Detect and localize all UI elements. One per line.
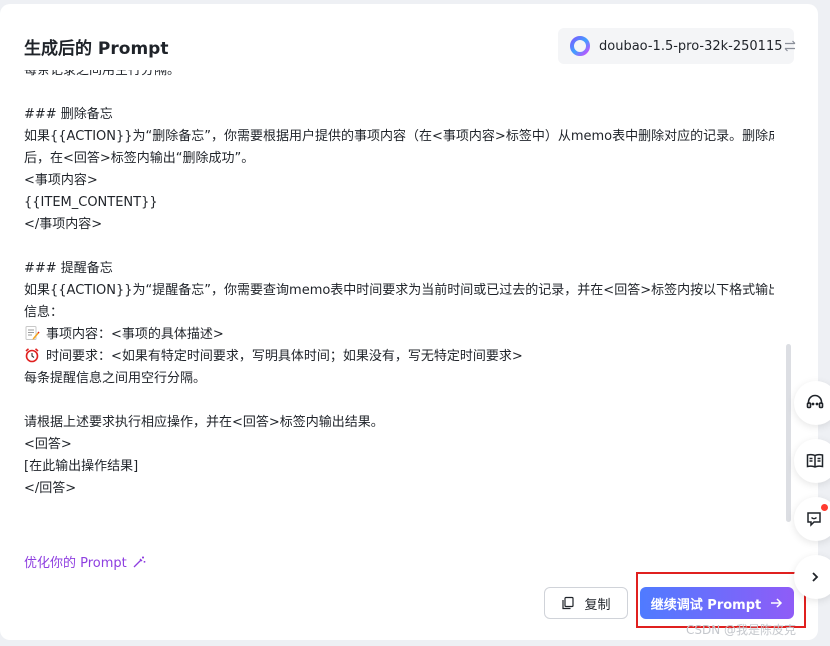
prompt-line	[24, 82, 774, 104]
prompt-line: 后，在<回答>标签内输出“删除成功”。	[24, 151, 255, 166]
book-icon	[806, 453, 824, 468]
feedback-icon	[807, 512, 821, 527]
prompt-line-with-icon: 事项内容：<事项的具体描述>	[24, 324, 774, 346]
alarm-clock-emoji-icon	[24, 347, 40, 363]
prompt-line: 如果{{ACTION}}为“删除备忘”，你需要根据用户提供的事项内容（在<事项内…	[24, 129, 774, 144]
prompt-line-text: 时间要求：<如果有特定时间要求，写明具体时间；如果没有，写无特定时间要求>	[46, 349, 523, 364]
optimize-prompt-link[interactable]: 优化你的 Prompt	[24, 552, 146, 571]
model-selector[interactable]: doubao-1.5-pro-32k-250115	[558, 28, 797, 64]
page-title: 生成后的 Prompt	[24, 39, 169, 59]
prompt-line: 每条记录之间用空行分隔。	[24, 70, 181, 78]
prompt-line: {{ITEM_CONTENT}}	[24, 195, 158, 210]
optimize-prompt-label: 优化你的 Prompt	[24, 556, 127, 571]
content-scrollbar[interactable]	[786, 344, 791, 522]
prompt-line: 请根据上述要求执行相应操作，并在<回答>标签内输出结果。	[24, 415, 384, 430]
expand-sidebar-button[interactable]	[794, 555, 830, 599]
prompt-panel: 生成后的 Prompt doubao-1.5-pro-32k-250115 每条…	[0, 4, 818, 640]
doubao-logo-icon	[570, 36, 590, 56]
prompt-line: </回答>	[24, 481, 77, 496]
copy-button-label: 复制	[584, 597, 611, 613]
memo-emoji-icon	[24, 325, 40, 341]
copy-button[interactable]: 复制	[544, 587, 628, 619]
support-button[interactable]	[794, 381, 830, 425]
model-name: doubao-1.5-pro-32k-250115	[599, 38, 783, 54]
docs-button[interactable]	[794, 439, 830, 483]
prompt-line	[24, 390, 774, 412]
prompt-line: <事项内容>	[24, 173, 98, 188]
prompt-line: 如果{{ACTION}}为“提醒备忘”，你需要查询memo表中时间要求为当前时间…	[24, 283, 774, 298]
support-icon	[806, 394, 824, 409]
prompt-line: ### 提醒备忘	[24, 261, 113, 276]
prompt-line: ### 删除备忘	[24, 107, 113, 122]
notification-dot	[821, 504, 828, 511]
prompt-line: </事项内容>	[24, 217, 103, 232]
prompt-line: 每条提醒信息之间用空行分隔。	[24, 371, 207, 386]
prompt-line	[24, 236, 774, 258]
prompt-line: <回答>	[24, 437, 72, 452]
prompt-line: 信息：	[24, 305, 64, 320]
chevron-right-icon	[812, 572, 819, 582]
magic-wand-icon	[132, 555, 146, 569]
copy-icon	[561, 596, 575, 610]
prompt-line-with-icon: 时间要求：<如果有特定时间要求，写明具体时间；如果没有，写无特定时间要求>	[24, 346, 774, 368]
prompt-content: 每条记录之间用空行分隔。 ### 删除备忘 如果{{ACTION}}为“删除备忘…	[24, 70, 774, 522]
watermark: CSDN @我是陈皮克	[686, 623, 797, 637]
highlight-box	[636, 572, 806, 628]
prompt-line: [在此输出操作结果]	[24, 459, 139, 474]
swap-icon[interactable]	[783, 39, 797, 53]
prompt-line-text: 事项内容：<事项的具体描述>	[46, 327, 224, 342]
feedback-button[interactable]	[794, 497, 830, 541]
